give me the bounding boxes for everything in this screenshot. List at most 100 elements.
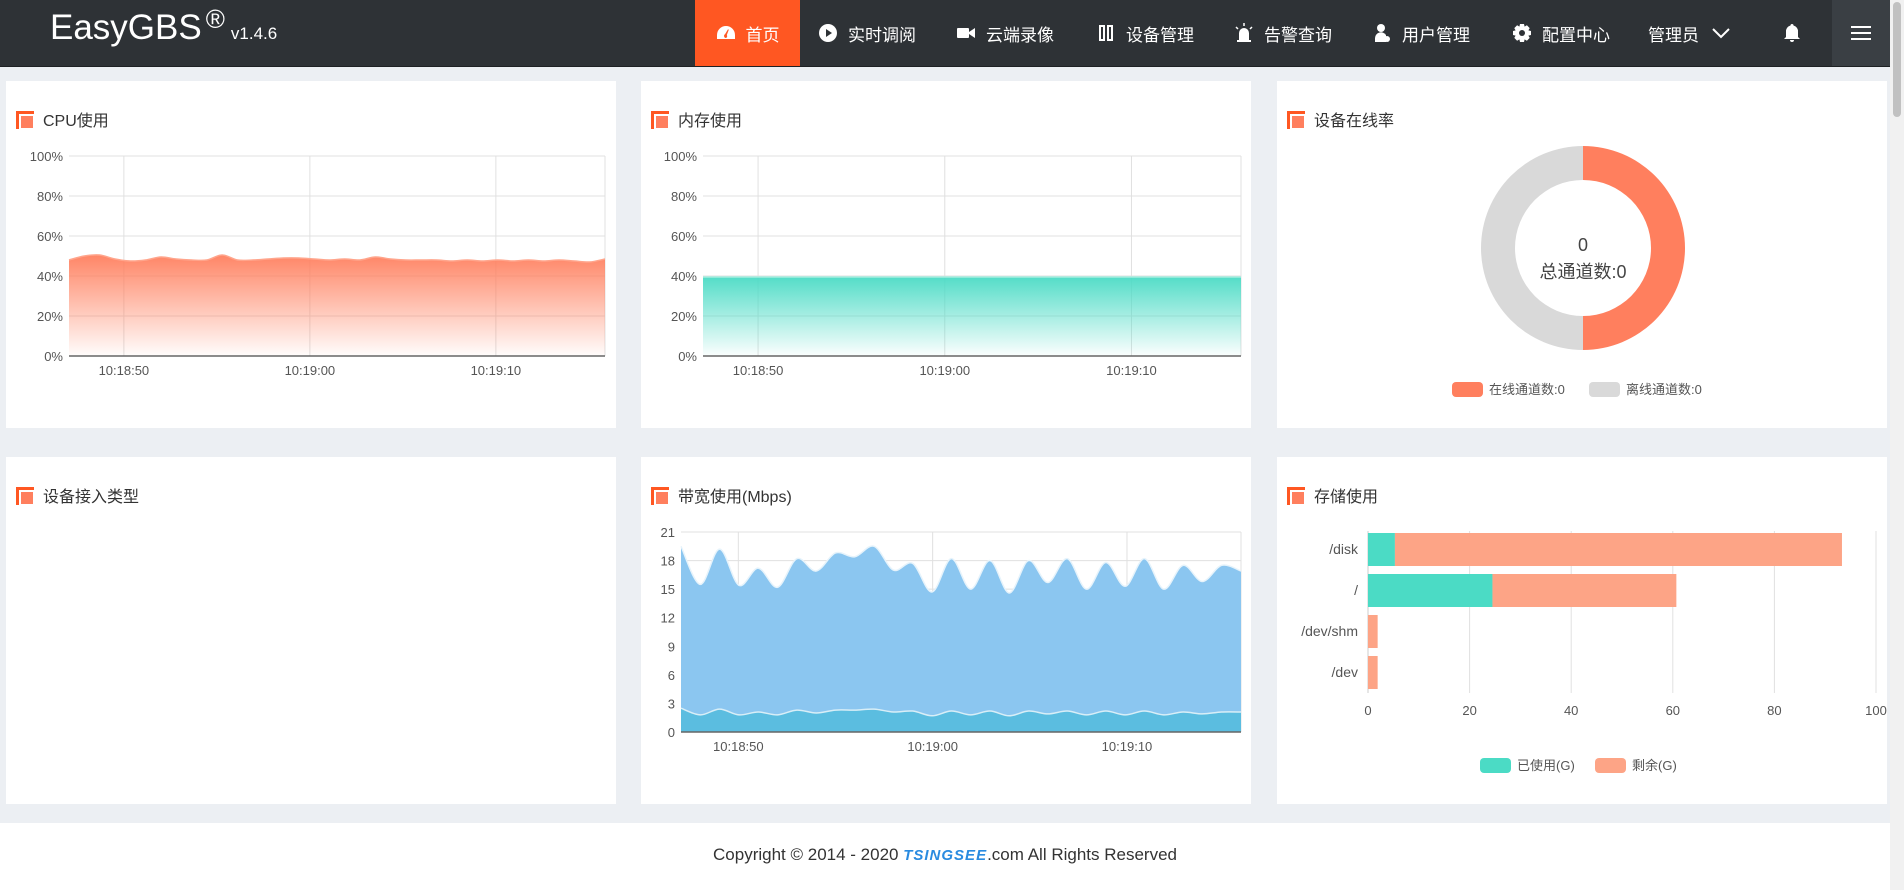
nav-home[interactable]: 首页 (695, 0, 800, 66)
y-category-label: /dev/shm (1301, 623, 1358, 639)
y-tick-label: 60% (37, 229, 63, 244)
y-tick-label: 9 (668, 639, 675, 654)
y-tick-label: 40% (37, 269, 63, 284)
donut-slice (1481, 146, 1583, 350)
nav-label: 告警查询 (1264, 25, 1332, 45)
chevron-down-icon (1712, 28, 1730, 39)
nav-config-center[interactable]: 配置中心 (1512, 0, 1610, 66)
y-tick-label: 0% (678, 349, 697, 364)
legend-label: 剩余(G) (1632, 758, 1677, 773)
legend-swatch (1480, 758, 1511, 773)
series-area (69, 254, 605, 356)
x-tick-label: 10:19:00 (907, 739, 958, 754)
dashboard-icon (716, 26, 735, 39)
x-tick-label: 10:19:10 (1102, 739, 1153, 754)
user-menu[interactable]: 管理员 (1648, 0, 1731, 66)
x-tick-label: 10:18:50 (733, 363, 784, 378)
logo[interactable]: EasyGBS ® v1.4.6 (50, 4, 278, 48)
video-camera-icon (957, 28, 975, 38)
memory-card: 内存使用 0% 20% 40% 60% 80% 100% 10:18:50 10:19:00 1… (641, 81, 1251, 428)
y-tick-label: 0% (44, 349, 63, 364)
online-rate-card: 设备在线率 0 总通道数:0 在线通道数:0 离线通道数:0 (1277, 81, 1887, 428)
y-tick-label: 20% (671, 309, 697, 324)
nav-label: 云端录像 (986, 25, 1054, 45)
x-tick-label: 10:19:10 (1106, 363, 1157, 378)
bell-icon (1784, 24, 1800, 42)
y-tick-label: 60% (671, 229, 697, 244)
y-tick-label: 40% (671, 269, 697, 284)
registered-mark: ® (205, 4, 225, 34)
hamburger-icon (1851, 26, 1871, 40)
copyright-text: Copyright © 2014 - 2020 (713, 845, 904, 864)
logo-text: EasyGBS (50, 8, 202, 47)
x-tick-label: 60 (1666, 703, 1680, 718)
series-area (703, 277, 1241, 356)
online-rate-donut: 0 总通道数:0 在线通道数:0 离线通道数:0 (1452, 146, 1702, 397)
nav-device-manage[interactable]: 设备管理 (1096, 0, 1194, 66)
bar-segment (1394, 533, 1842, 566)
bar-segment (1368, 574, 1493, 607)
y-category-label: /disk (1329, 541, 1359, 557)
x-tick-label: 10:19:00 (285, 363, 336, 378)
y-category-label: / (1354, 582, 1358, 598)
bar-segment (1368, 533, 1395, 566)
tsingsee-logo[interactable]: TSINGSEE (903, 847, 987, 864)
nav-label: 设备管理 (1126, 25, 1194, 45)
username: 管理员 (1648, 25, 1699, 45)
page-scrollbar[interactable] (1890, 0, 1904, 890)
y-tick-label: 80% (671, 189, 697, 204)
y-tick-label: 12 (661, 611, 675, 626)
bar-segment (1368, 656, 1378, 689)
rights-text: .com All Rights Reserved (987, 845, 1177, 864)
x-tick-label: 10:19:00 (919, 363, 970, 378)
y-tick-label: 100% (664, 149, 698, 164)
x-tick-label: 40 (1564, 703, 1578, 718)
y-tick-label: 18 (661, 554, 675, 569)
device-icon (1099, 25, 1113, 41)
nav-live-view[interactable]: 实时调阅 (818, 0, 916, 66)
scrollbar-thumb[interactable] (1893, 2, 1901, 117)
user-icon (1375, 24, 1390, 42)
cpu-card: CPU使用 0% 20% 40% 60% 80% 100% 10:18:50 10:19:00… (6, 81, 616, 428)
top-navbar: EasyGBS ® v1.4.6 首页 实时调阅 云端录像 设备管理 告警查询 用户… (0, 0, 1890, 67)
footer: Copyright © 2014 - 2020 TSINGSEE.com All… (0, 823, 1890, 890)
memory-usage-chart: 0% 20% 40% 60% 80% 100% 10:18:50 10:19:00 10:19:… (664, 149, 1242, 378)
x-tick-label: 20 (1462, 703, 1476, 718)
x-tick-label: 100 (1865, 703, 1887, 718)
x-tick-label: 10:18:50 (713, 739, 764, 754)
nav-label: 实时调阅 (848, 25, 916, 45)
nav-cloud-record[interactable]: 云端录像 (956, 0, 1054, 66)
menu-toggle-button[interactable] (1832, 0, 1890, 66)
x-tick-label: 0 (1364, 703, 1371, 718)
nav-alarm-query[interactable]: 告警查询 (1234, 0, 1332, 66)
y-tick-label: 100% (30, 149, 64, 164)
legend-label: 在线通道数:0 (1489, 382, 1565, 397)
gear-icon (1513, 24, 1531, 42)
notification-button[interactable] (1782, 0, 1812, 66)
center-value: 0 (1578, 235, 1588, 255)
nav-label: 首页 (745, 25, 780, 45)
legend-swatch (1589, 382, 1620, 397)
legend-label: 离线通道数:0 (1626, 382, 1702, 397)
nav-user-manage[interactable]: 用户管理 (1372, 0, 1470, 66)
nav-label: 配置中心 (1542, 25, 1610, 45)
y-tick-label: 15 (661, 582, 675, 597)
bar-segment (1368, 615, 1378, 648)
x-tick-label: 10:19:10 (471, 363, 522, 378)
card-title: 设备接入类型 (16, 483, 139, 507)
play-icon (819, 24, 837, 42)
storage-bar-chart: 0 20 40 60 80 100/disk / /dev/shm/dev 已使用(G) 剩余(G… (1301, 531, 1887, 773)
donut-slice (1583, 146, 1685, 350)
card-title-text: 设备接入类型 (43, 489, 140, 506)
center-label: 总通道数:0 (1539, 262, 1626, 282)
version-label: v1.4.6 (230, 24, 278, 43)
legend-swatch (1595, 758, 1626, 773)
legend-swatch (1452, 382, 1483, 397)
alarm-icon (1235, 23, 1253, 42)
cpu-usage-chart: 0% 20% 40% 60% 80% 100% 10:18:50 10:19:00 10:19:… (30, 149, 606, 378)
x-tick-label: 80 (1767, 703, 1781, 718)
bandwidth-card: 带宽使用(Mbps) 0 3 6 9 12 15 18 21 10:18:50 10:19:00 1… (641, 457, 1251, 804)
y-tick-label: 80% (37, 189, 63, 204)
y-tick-label: 0 (668, 725, 675, 740)
nav-label: 用户管理 (1402, 25, 1470, 45)
